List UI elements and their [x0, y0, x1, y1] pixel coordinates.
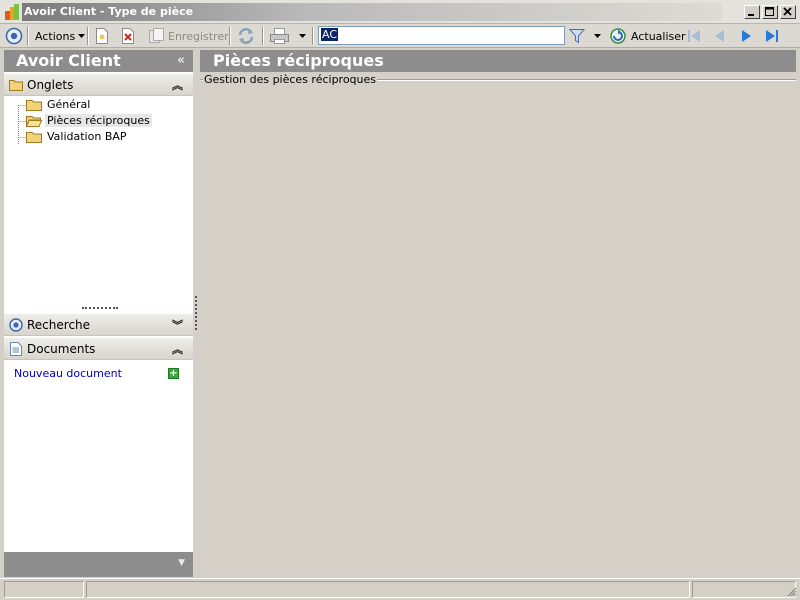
tabs-section-header[interactable]: Onglets ︽ [4, 74, 193, 96]
new-button[interactable] [95, 27, 109, 45]
add-document-icon[interactable]: + [168, 368, 179, 379]
window-controls [744, 5, 796, 19]
search-section-header[interactable]: Recherche ︾ [4, 314, 193, 336]
dropdown-arrow-icon [594, 34, 601, 38]
maximize-icon [765, 7, 774, 16]
expand-section-icon[interactable]: ︾ [172, 317, 183, 333]
save-button[interactable]: Enregistrer [148, 27, 229, 45]
new-document-link[interactable]: Nouveau document [14, 367, 122, 380]
sync-button[interactable] [237, 27, 255, 45]
last-record-button[interactable] [764, 27, 780, 45]
first-record-icon [688, 30, 700, 42]
next-record-icon [742, 30, 751, 42]
left-panel-title: Avoir Client [16, 51, 121, 70]
search-input[interactable]: AC [318, 26, 565, 45]
left-panel-header: Avoir Client « [4, 50, 193, 72]
open-folder-icon [26, 115, 42, 127]
status-cell [692, 581, 796, 598]
dropdown-arrow-icon [299, 34, 306, 38]
print-button[interactable] [270, 27, 307, 45]
main-panel-header: Pièces réciproques [200, 50, 796, 72]
collapse-section-icon[interactable]: ︽ [172, 341, 183, 357]
previous-record-button[interactable] [712, 27, 728, 45]
main-panel-title: Pièces réciproques [213, 51, 384, 70]
tabs-section-label: Onglets [27, 78, 74, 92]
actions-label: Actions [35, 29, 76, 43]
sync-icon [238, 28, 254, 44]
section-splitter[interactable] [82, 307, 118, 309]
folder-icon [26, 131, 42, 143]
circle-target-icon [5, 27, 23, 45]
tree-item-label: Pièces réciproques [45, 114, 152, 127]
tree-item-label: Validation BAP [47, 130, 127, 143]
actions-menu-button[interactable]: Actions [35, 27, 86, 45]
previous-record-icon [715, 30, 724, 42]
maximize-button[interactable] [762, 5, 778, 19]
tree-item-pieces-reciproques[interactable]: Pièces réciproques [26, 113, 152, 128]
close-button[interactable] [780, 5, 796, 19]
tree-item-validation-bap[interactable]: Validation BAP [26, 129, 129, 144]
left-navigation-panel: Avoir Client « Onglets ︽ Général Pièces … [4, 50, 193, 577]
refresh-icon [610, 28, 626, 44]
minimize-button[interactable] [744, 5, 760, 19]
dropdown-arrow-icon[interactable]: ▼ [178, 558, 185, 568]
minimize-icon [748, 14, 754, 16]
folder-icon [9, 80, 23, 91]
document-icon [10, 342, 22, 356]
documents-section-label: Documents [27, 342, 96, 356]
title-bar: Avoir Client - Type de pièce [0, 0, 800, 24]
tree-item-label: Général [47, 98, 91, 111]
search-circle-icon [9, 318, 23, 332]
documents-area: Nouveau document + [4, 362, 193, 552]
refresh-button[interactable]: Actualiser [609, 27, 686, 45]
save-label: Enregistrer [168, 29, 229, 43]
folder-icon [26, 99, 42, 111]
delete-button[interactable] [121, 27, 135, 45]
delete-document-icon [122, 28, 134, 44]
search-input-value: AC [321, 28, 339, 41]
next-record-button[interactable] [738, 27, 754, 45]
status-cell [86, 581, 690, 598]
status-bar [0, 578, 800, 600]
panel-splitter[interactable] [195, 296, 197, 330]
collapse-section-icon[interactable]: ︽ [172, 77, 183, 93]
status-cell [4, 581, 84, 598]
new-document-icon [96, 28, 108, 44]
search-section-label: Recherche [27, 318, 91, 332]
window-title: Avoir Client - Type de pièce [24, 5, 194, 18]
printer-icon [270, 28, 289, 44]
group-box-label: Gestion des pièces réciproques [203, 73, 378, 86]
first-record-button[interactable] [686, 27, 702, 45]
refresh-label: Actualiser [631, 29, 686, 43]
nav-circle-button[interactable] [5, 27, 23, 45]
documents-section-header[interactable]: Documents ︽ [4, 338, 193, 360]
collapse-panel-icon[interactable]: « [177, 53, 185, 68]
close-icon [783, 7, 792, 16]
filter-button[interactable] [569, 27, 602, 45]
left-panel-footer: ▼ [4, 552, 193, 577]
filter-icon [569, 29, 585, 44]
last-record-icon [766, 30, 778, 42]
app-logo-icon [4, 4, 20, 20]
save-icon [149, 28, 164, 43]
tree-item-general[interactable]: Général [26, 97, 92, 112]
dropdown-arrow-icon [78, 34, 86, 38]
resize-grip-icon[interactable] [787, 587, 797, 597]
